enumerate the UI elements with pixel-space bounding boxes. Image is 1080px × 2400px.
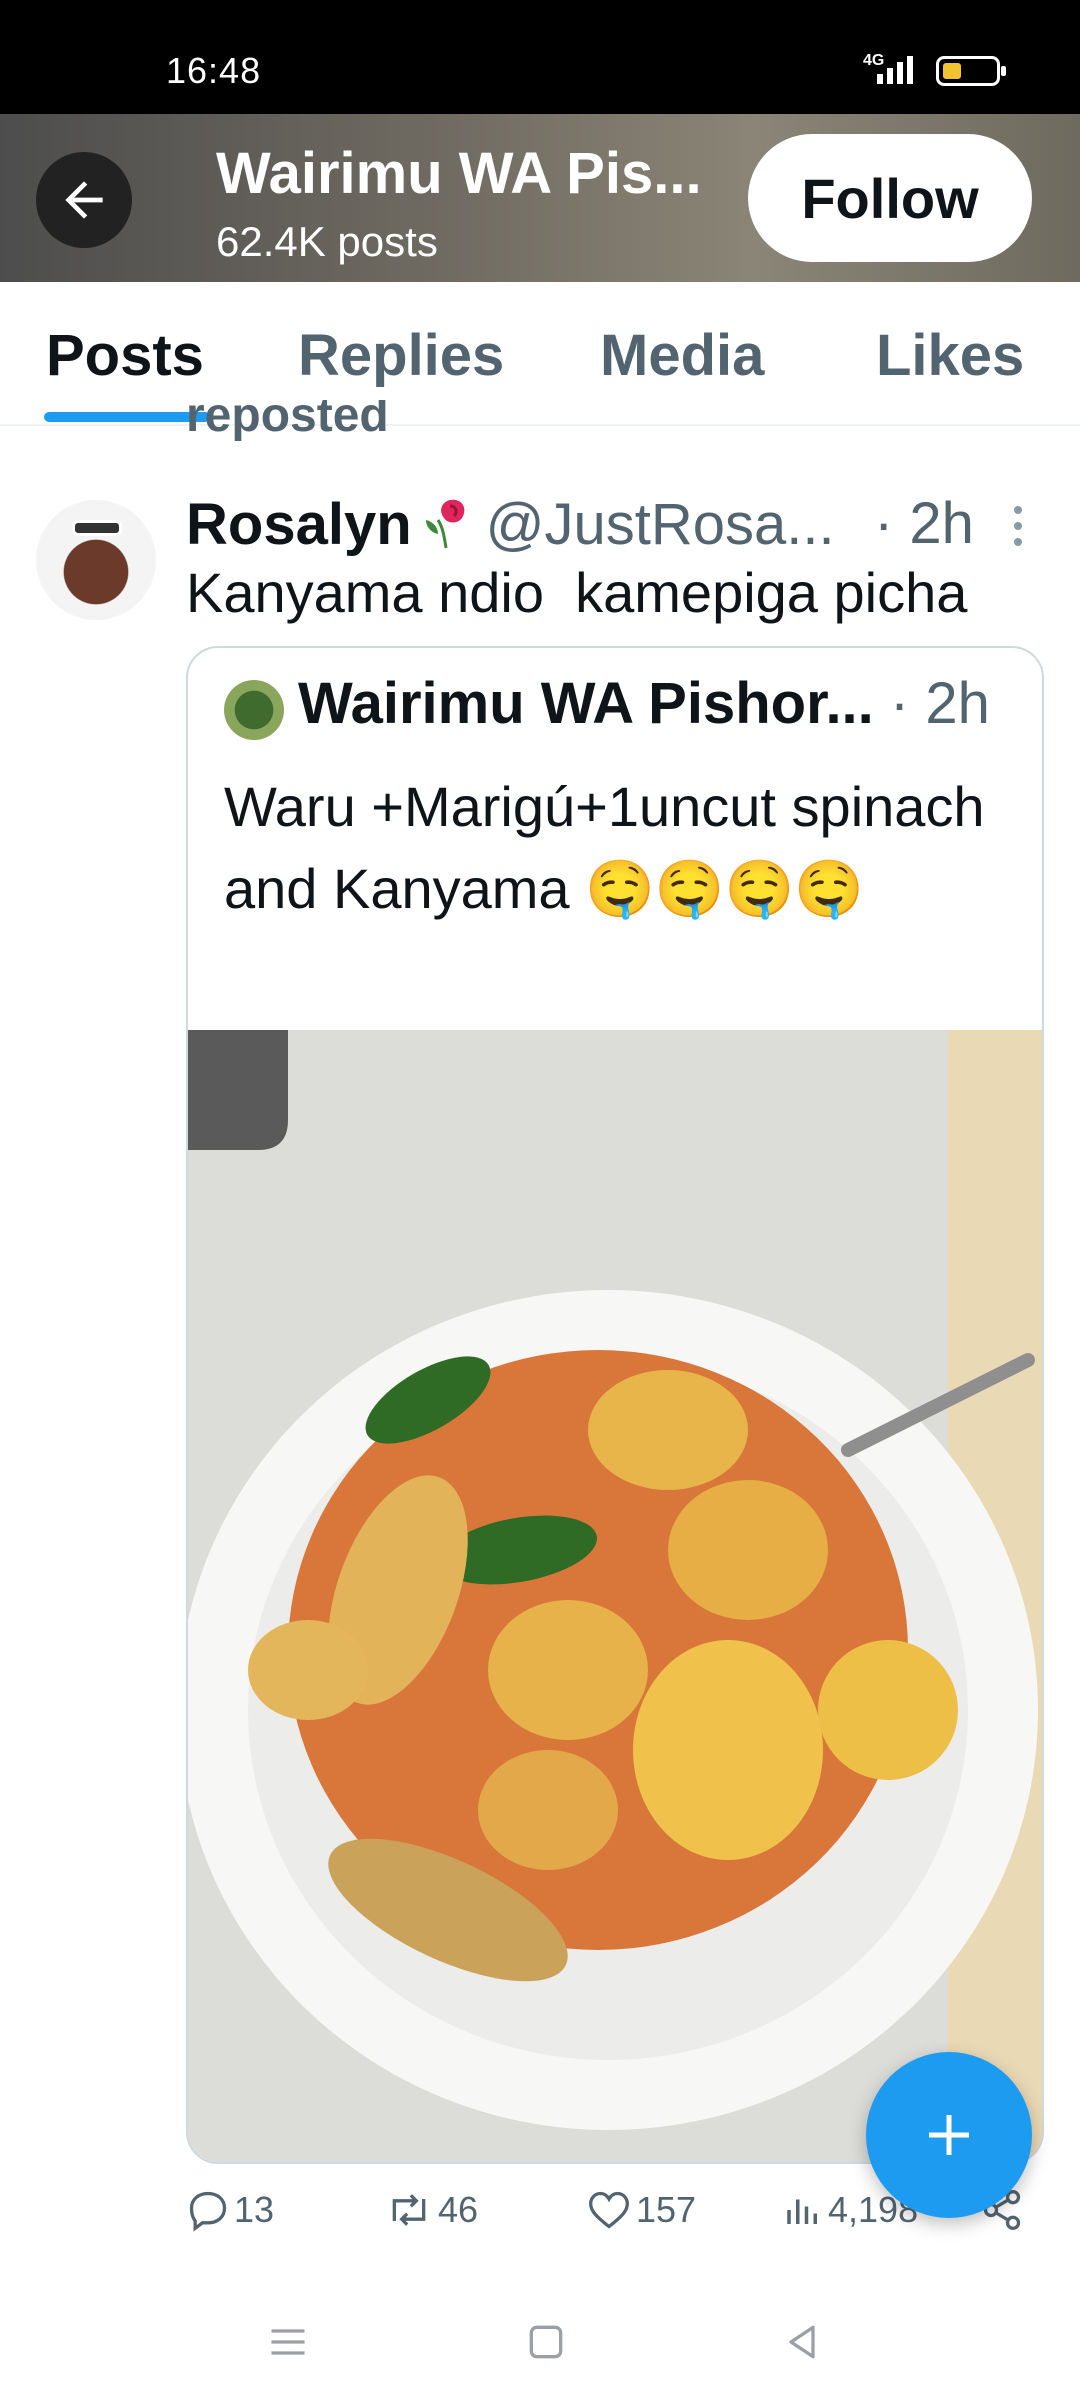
battery-icon	[936, 56, 1006, 86]
profile-tabs: Posts Replies Media Likes	[0, 282, 1080, 426]
reposted-label: reposted	[186, 400, 389, 442]
status-bar: 16:48 4G	[0, 0, 1080, 114]
rose-emoji-icon	[425, 499, 464, 549]
tab-posts[interactable]: Posts	[46, 322, 204, 389]
post-text: Kanyama ndio kamepiga picha	[186, 561, 968, 624]
like-button[interactable]: 157	[586, 2188, 696, 2232]
views-chart-icon	[787, 2199, 817, 2224]
post-header: Rosalyn @JustRosa... · 2h	[186, 490, 1046, 560]
quoted-post[interactable]: Wairimu WA Pishor... · 2h Waru +Marigú+1…	[186, 646, 1044, 2164]
back-button[interactable]	[36, 152, 132, 248]
repost-count: 46	[438, 2189, 479, 2230]
quoted-text: Waru +Marigú+1uncut spinach and Kanyama …	[224, 775, 985, 920]
plus-icon	[929, 2115, 969, 2155]
quoted-author-name: Wairimu WA Pishor...	[298, 671, 874, 736]
heart-icon	[589, 2191, 629, 2229]
profile-header: Wairimu WA Pis... 62.4K posts Follow	[0, 114, 1080, 282]
compose-post-button[interactable]	[866, 2052, 1032, 2218]
food-plate-image[interactable]	[188, 1030, 1044, 2164]
reply-button[interactable]: 13	[186, 2188, 274, 2232]
quoted-avatar	[224, 680, 284, 740]
signal-icon	[877, 56, 913, 84]
author-handle[interactable]: @JustRosa...	[486, 492, 835, 557]
home-square-icon[interactable]	[524, 2320, 568, 2364]
more-options-icon[interactable]	[1006, 504, 1030, 548]
quoted-header: Wairimu WA Pishor... · 2h	[298, 670, 1028, 737]
post-count: 62.4K posts	[216, 218, 438, 265]
reply-icon	[189, 2191, 227, 2232]
post-time[interactable]: · 2h	[874, 490, 974, 557]
like-count: 157	[636, 2189, 697, 2230]
follow-button[interactable]: Follow	[748, 134, 1032, 262]
avatar[interactable]	[36, 500, 156, 620]
quoted-time: · 2h	[873, 671, 990, 736]
tab-likes[interactable]: Likes	[876, 322, 1024, 389]
repost-button[interactable]: 46	[384, 2188, 478, 2232]
back-triangle-icon[interactable]	[780, 2320, 824, 2364]
profile-title: Wairimu WA Pis...	[216, 141, 702, 206]
system-nav-bar	[0, 2290, 1080, 2400]
menu-icon[interactable]	[266, 2320, 310, 2364]
arrow-left-icon	[65, 181, 103, 219]
status-time: 16:48	[166, 50, 262, 91]
author-name[interactable]: Rosalyn	[186, 492, 412, 557]
reply-count: 13	[234, 2189, 275, 2230]
repost-icon	[392, 2194, 426, 2226]
tab-media[interactable]: Media	[600, 322, 764, 389]
tab-replies[interactable]: Replies	[298, 322, 504, 389]
